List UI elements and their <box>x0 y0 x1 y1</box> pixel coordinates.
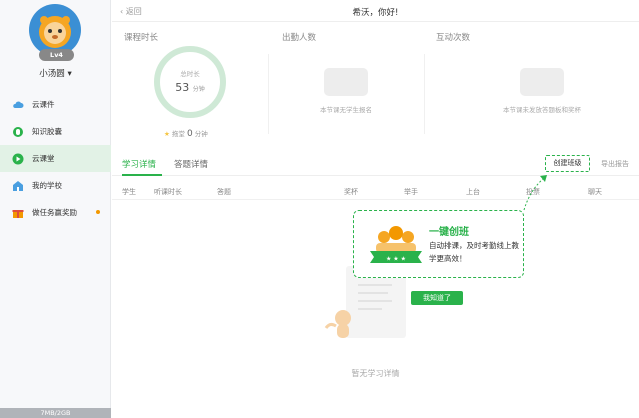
chevron-down-icon: ▾ <box>67 69 72 79</box>
sidebar-item-label: 云课堂 <box>32 154 55 163</box>
drag-value: 0 <box>186 129 193 139</box>
sidebar-item-cloud-class[interactable]: 云课堂 <box>0 145 111 172</box>
duration-title: 课程时长 <box>124 33 159 43</box>
top-bar: ‹ 返回 希沃，你好! <box>112 0 639 22</box>
got-it-button[interactable]: 我知道了 <box>411 291 463 305</box>
capsule-icon <box>13 126 23 137</box>
drag-unit: 分钟 <box>194 130 208 138</box>
username-dropdown[interactable]: 小汤圆 ▾ <box>0 67 111 79</box>
empty-illustration-icon <box>520 68 564 96</box>
column-header[interactable]: 奖杯 <box>344 187 358 197</box>
gift-icon <box>12 209 24 218</box>
sidebar-item-label: 知识胶囊 <box>32 127 62 136</box>
attendance-empty-text: 本节课无学生报名 <box>320 106 372 114</box>
tab-study-detail[interactable]: 学习详情 <box>122 158 156 170</box>
column-header[interactable]: 听课时长 <box>154 187 182 197</box>
column-header[interactable]: 举手 <box>404 187 418 197</box>
svg-text:★ ★ ★: ★ ★ ★ <box>386 256 406 263</box>
sidebar-item-tasks[interactable]: 做任务赢奖励 <box>0 199 111 226</box>
star-icon: ★ <box>164 130 170 138</box>
total-duration-value: 53 分钟 <box>154 81 226 94</box>
sidebar-item-courseware[interactable]: 云课件 <box>0 91 111 118</box>
arrow-icon <box>523 175 547 211</box>
notification-dot <box>96 210 100 214</box>
total-duration-unit: 分钟 <box>192 86 205 93</box>
storage-usage: 7MB/2GB <box>0 408 111 418</box>
column-header[interactable]: 上台 <box>466 187 480 197</box>
divider <box>268 54 269 134</box>
popup-description: 自动排课，及时考勤线上教学更高效！ <box>429 241 519 263</box>
greeting: 希沃，你好! <box>352 8 399 18</box>
create-class-tooltip: ★ ★ ★ 一键创班 自动排课，及时考勤线上教学更高效！ <box>353 210 524 278</box>
export-report-button[interactable]: 导出报告 <box>601 159 629 169</box>
column-header[interactable]: 答题 <box>217 187 231 197</box>
lion-mascot-icon <box>324 310 351 338</box>
drag-label: 拖堂 <box>171 130 185 138</box>
attendance-title: 出勤人数 <box>282 33 317 43</box>
play-icon <box>12 153 24 164</box>
sidebar-item-label: 我的学校 <box>32 181 62 190</box>
tab-answer-detail[interactable]: 答题详情 <box>174 158 208 170</box>
sidebar: Lv4 小汤圆 ▾ 云课件 知识胶囊 云课堂 我的学校 做任务赢奖励 7MB/2… <box>0 0 111 418</box>
class-group-icon: ★ ★ ★ <box>370 226 422 263</box>
interaction-empty-text: 本节课未发放答题板和奖杯 <box>503 106 581 114</box>
sidebar-item-school[interactable]: 我的学校 <box>0 172 111 199</box>
column-header[interactable]: 聊天 <box>588 187 602 197</box>
school-icon <box>13 180 23 191</box>
sidebar-item-label: 云课件 <box>32 100 55 109</box>
level-badge: Lv4 <box>39 49 74 61</box>
drag-time: ★ 拖堂 0 分钟 <box>164 128 208 139</box>
total-duration-number: 53 <box>175 81 190 94</box>
username: 小汤圆 <box>39 69 65 79</box>
total-duration-label: 总时长 <box>180 70 200 78</box>
empty-study-text: 暂无学习详情 <box>351 369 400 378</box>
empty-illustration-icon <box>324 68 368 96</box>
sidebar-item-capsule[interactable]: 知识胶囊 <box>0 118 111 145</box>
tab-indicator <box>122 174 162 176</box>
interaction-title: 互动次数 <box>436 33 471 43</box>
popup-title: 一键创班 <box>429 227 469 238</box>
divider <box>424 54 425 134</box>
cloud-icon <box>13 101 24 108</box>
column-header[interactable]: 学生 <box>122 187 136 197</box>
sidebar-item-label: 做任务赢奖励 <box>32 208 77 217</box>
stats-panel: 课程时长 总时长 53 分钟 ★ 拖堂 0 分钟 出勤人数 本节课无学生报名 互… <box>112 22 639 148</box>
